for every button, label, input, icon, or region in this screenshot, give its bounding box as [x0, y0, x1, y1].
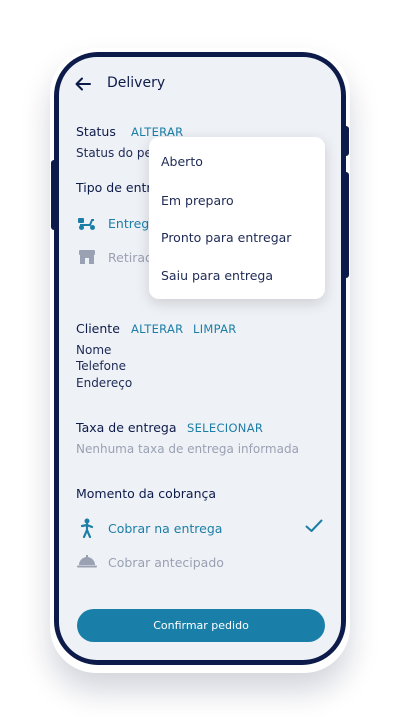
- client-clear-button[interactable]: LIMPAR: [193, 322, 237, 336]
- status-menu-item-open[interactable]: Aberto: [161, 154, 203, 169]
- fee-select-button[interactable]: SELECIONAR: [187, 421, 263, 435]
- client-name: Nome: [76, 343, 112, 357]
- fee-empty-text: Nenhuma taxa de entrega informada: [76, 442, 299, 456]
- status-menu-item-out[interactable]: Saiu para entrega: [161, 268, 273, 283]
- app-screen: Delivery Status ALTERAR Status do pe Tip…: [59, 57, 341, 660]
- status-menu-item-ready[interactable]: Pronto para entregar: [161, 230, 291, 245]
- delivery-option-pickup[interactable]: Retirad: [108, 250, 153, 265]
- scooter-icon: [77, 215, 97, 231]
- person-walking-icon: [79, 518, 95, 538]
- status-dropdown-menu: Aberto Em preparo Pronto para entregar S…: [149, 137, 325, 299]
- billing-option-on-delivery[interactable]: Cobrar na entrega: [108, 521, 222, 536]
- status-label: Status: [76, 124, 116, 139]
- confirm-order-button[interactable]: Confirmar pedido: [77, 609, 325, 642]
- service-bell-icon: [77, 554, 97, 568]
- back-arrow-icon[interactable]: [75, 77, 91, 91]
- client-change-button[interactable]: ALTERAR: [131, 322, 183, 336]
- client-phone: Telefone: [76, 359, 126, 373]
- status-menu-item-preparing[interactable]: Em preparo: [161, 193, 234, 208]
- fee-label: Taxa de entrega: [76, 420, 177, 435]
- billing-label: Momento da cobrança: [76, 486, 217, 501]
- delivery-option-delivery[interactable]: Entreg: [108, 216, 149, 231]
- check-icon: [305, 519, 323, 533]
- status-value: Status do pe: [76, 146, 152, 160]
- client-label: Cliente: [76, 321, 120, 336]
- side-button-right-bottom: [343, 172, 349, 278]
- delivery-type-label: Tipo de entr: [76, 180, 152, 195]
- side-button-right-top: [343, 126, 349, 156]
- store-icon: [78, 249, 96, 265]
- billing-option-advance[interactable]: Cobrar antecipado: [108, 555, 224, 570]
- page-title: Delivery: [107, 75, 166, 91]
- side-button-left: [51, 160, 57, 230]
- client-address: Endereço: [76, 376, 133, 390]
